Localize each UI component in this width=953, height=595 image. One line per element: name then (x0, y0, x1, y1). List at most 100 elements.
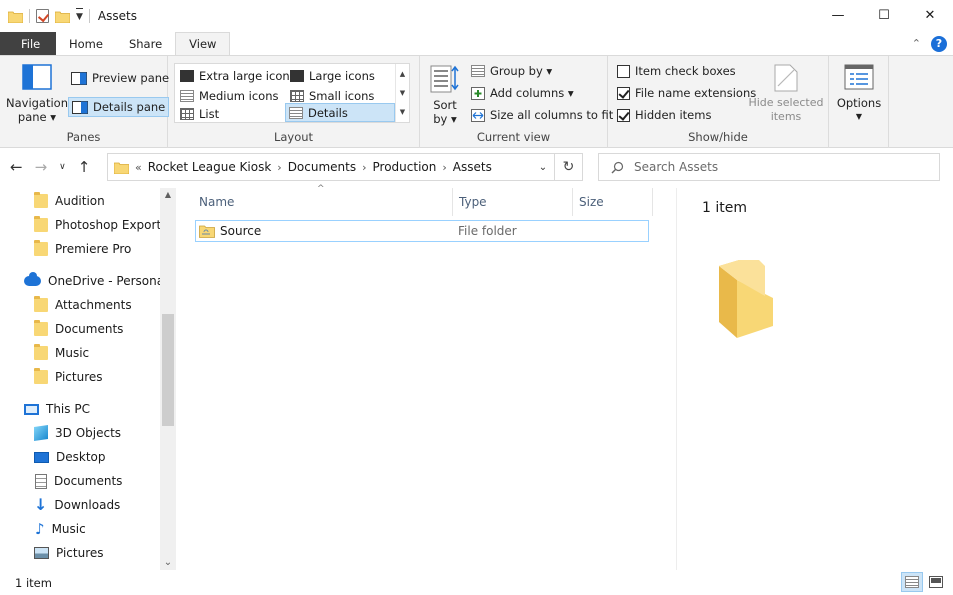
navigation-pane-scrollbar[interactable]: ▲ ⌄ (160, 188, 176, 570)
layout-gallery-scroll[interactable]: ▲ ▼ ▼ (395, 64, 409, 122)
status-bar: 1 item (0, 570, 953, 595)
address-dropdown-icon[interactable]: ⌄ (532, 162, 554, 173)
size-columns-icon (471, 108, 485, 122)
layout-medium-icons[interactable]: Medium icons (177, 86, 281, 105)
sidebar-item-desktop[interactable]: Desktop (34, 447, 106, 467)
scroll-up-icon[interactable]: ▲ (400, 70, 405, 78)
customize-toolbar-dropdown[interactable]: ▼ (76, 8, 83, 24)
sidebar-item-photoshop-exports[interactable]: Photoshop Exports (34, 215, 167, 235)
breadcrumb-item[interactable]: Assets (453, 160, 492, 174)
forward-arrow-icon[interactable]: → (35, 158, 48, 176)
divider (29, 9, 30, 23)
navigation-pane-button[interactable]: Navigation pane ▾ (6, 64, 68, 124)
column-header-size[interactable]: Size (573, 188, 653, 216)
minimize-button[interactable]: — (815, 0, 861, 30)
hide-selected-items-button[interactable]: Hide selected items (748, 64, 824, 124)
file-name-extensions-checkbox[interactable] (617, 86, 630, 100)
up-arrow-icon[interactable]: ↑ (78, 158, 91, 176)
minimize-ribbon-icon[interactable]: ⌃ (912, 37, 921, 50)
folder-icon (114, 162, 129, 174)
sidebar-item-pictures-pc[interactable]: Pictures (34, 543, 104, 563)
layout-large-icons[interactable]: Large icons (287, 66, 378, 85)
address-bar[interactable]: « Rocket League Kiosk › Documents › Prod… (107, 153, 555, 181)
breadcrumb-item[interactable]: Documents (288, 160, 356, 174)
folder-icon (34, 240, 48, 256)
breadcrumb-separator-icon[interactable]: › (442, 161, 446, 174)
layout-item-label: Details (308, 105, 348, 120)
search-icon (611, 161, 624, 173)
sidebar-item-music[interactable]: Music (34, 343, 89, 363)
breadcrumb-separator-icon[interactable]: › (277, 161, 281, 174)
status-item-count: 1 item (15, 575, 52, 590)
tab-home[interactable]: Home (56, 32, 116, 55)
expand-gallery-icon[interactable]: ▼ (400, 108, 405, 116)
layout-details[interactable]: Details (285, 103, 395, 122)
sort-icon (430, 65, 459, 93)
hidden-items-checkbox[interactable] (617, 108, 630, 122)
window-title: Assets (97, 9, 137, 23)
close-button[interactable]: ✕ (907, 0, 953, 30)
folder-icon[interactable] (8, 10, 23, 23)
layout-extra-large-icons[interactable]: Extra large icons (177, 66, 299, 85)
breadcrumb-item[interactable]: Rocket League Kiosk (148, 160, 272, 174)
small-icons-icon (290, 89, 304, 102)
breadcrumb-separator-icon[interactable]: › (362, 161, 366, 174)
sidebar-item-music-pc[interactable]: ♪ Music (35, 519, 86, 539)
details-pane-button[interactable]: Details pane (68, 97, 170, 117)
details-icon (289, 106, 303, 119)
address-overflow[interactable]: « (135, 161, 142, 174)
sidebar-item-documents[interactable]: Documents (34, 319, 123, 339)
sidebar-item-attachments[interactable]: Attachments (34, 295, 132, 315)
layout-list[interactable]: List (177, 104, 222, 123)
preview-pane-label: Preview pane (92, 71, 170, 85)
properties-icon[interactable] (36, 9, 49, 23)
sidebar-item-pictures[interactable]: Pictures (34, 367, 103, 387)
item-check-boxes-checkbox[interactable] (617, 64, 630, 78)
file-name-extensions-toggle[interactable]: File name extensions (614, 83, 759, 103)
sidebar-item-label: Downloads (54, 498, 121, 512)
size-all-columns-button[interactable]: Size all columns to fit (468, 105, 616, 125)
back-arrow-icon[interactable]: ← (10, 158, 23, 176)
table-row[interactable]: Source File folder (195, 220, 649, 242)
breadcrumb-item[interactable]: Production (373, 160, 437, 174)
tab-share[interactable]: Share (116, 32, 175, 55)
tab-file[interactable]: File (0, 32, 56, 55)
add-columns-button[interactable]: Add columns ▾ (468, 83, 577, 103)
3d-objects-icon (34, 425, 48, 441)
scroll-down-icon[interactable]: ⌄ (160, 557, 176, 568)
new-folder-icon[interactable] (55, 10, 70, 23)
refresh-button[interactable]: ↻ (555, 153, 583, 181)
help-icon[interactable]: ? (931, 35, 947, 52)
folder-icon (34, 344, 48, 360)
item-check-boxes-toggle[interactable]: Item check boxes (614, 61, 739, 81)
preview-pane-button[interactable]: Preview pane (68, 68, 172, 88)
group-by-label: Group by ▾ (490, 64, 553, 78)
sidebar-item-premiere-pro[interactable]: Premiere Pro (34, 239, 131, 259)
column-header-type[interactable]: Type (453, 188, 573, 216)
navigation-pane-icon (22, 64, 52, 90)
sidebar-item-documents-pc[interactable]: Documents (35, 471, 122, 491)
layout-item-label: List (199, 106, 220, 121)
sidebar-item-audition[interactable]: Audition (34, 191, 105, 211)
file-name: Source (220, 224, 262, 238)
details-view-button[interactable] (901, 572, 923, 592)
scrollbar-thumb[interactable] (162, 314, 174, 426)
sidebar-item-3d-objects[interactable]: 3D Objects (34, 423, 121, 443)
recent-locations-chevron-icon[interactable]: ∨ (59, 162, 66, 172)
group-by-button[interactable]: Group by ▾ (468, 61, 555, 81)
sidebar-item-downloads[interactable]: ↓ Downloads (34, 495, 120, 515)
sidebar-item-this-pc[interactable]: This PC (24, 399, 90, 419)
scroll-down-icon[interactable]: ▼ (400, 89, 405, 97)
scroll-up-icon[interactable]: ▲ (160, 190, 176, 199)
tab-view[interactable]: View (175, 32, 231, 55)
details-pane-label: Details pane (93, 100, 166, 114)
search-box[interactable]: Search Assets (598, 153, 940, 181)
hidden-items-toggle[interactable]: Hidden items (614, 105, 714, 125)
maximize-button[interactable]: ☐ (861, 0, 907, 30)
column-header-name[interactable]: Name (193, 188, 453, 216)
sort-by-button[interactable]: Sort by ▾ (428, 64, 462, 126)
search-input[interactable]: Search Assets (634, 160, 718, 174)
large-icons-view-button[interactable] (925, 572, 947, 592)
options-button[interactable]: Options ▼ (833, 64, 885, 124)
sidebar-item-onedrive[interactable]: OneDrive - Personal (24, 271, 167, 291)
